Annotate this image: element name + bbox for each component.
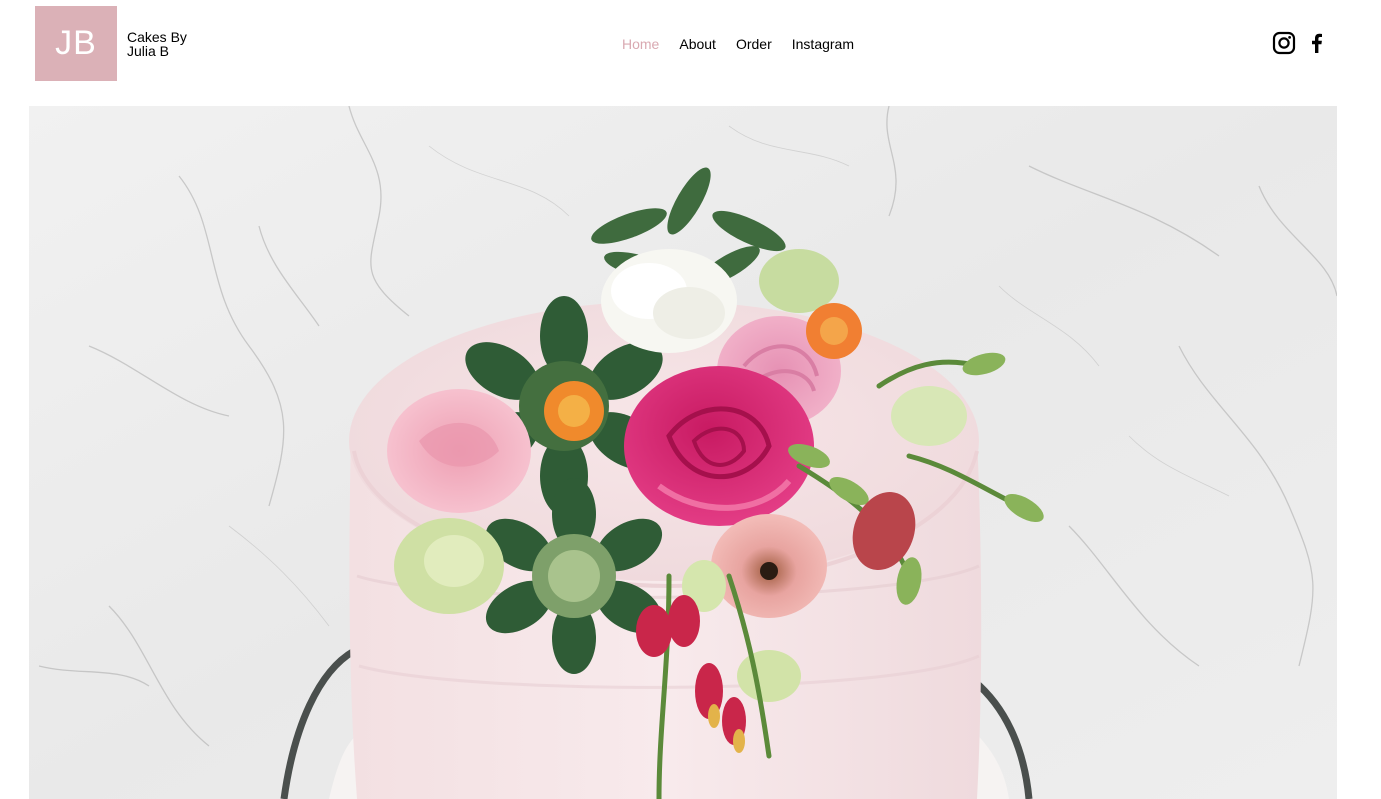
nav-home[interactable]: Home (612, 35, 669, 53)
hero-image (29, 106, 1337, 799)
nav-about[interactable]: About (669, 35, 726, 53)
instagram-icon[interactable] (1272, 31, 1296, 55)
site-title-line-2: Julia B (127, 43, 170, 59)
main-nav: Home About Order Instagram (612, 35, 864, 53)
site-title[interactable]: Cakes By Julia B (127, 30, 187, 58)
nav-order[interactable]: Order (726, 35, 782, 53)
logo-initials: JB (55, 24, 97, 62)
nav-instagram[interactable]: Instagram (782, 35, 864, 53)
hero-cake-illustration (29, 106, 1337, 799)
logo[interactable]: JB (35, 6, 117, 81)
page: JB Cakes By Julia B Home About Order Ins… (0, 0, 1381, 799)
site-title-line-1: Cakes By (127, 29, 187, 45)
facebook-icon[interactable] (1305, 31, 1329, 55)
social-bar (1272, 31, 1329, 55)
